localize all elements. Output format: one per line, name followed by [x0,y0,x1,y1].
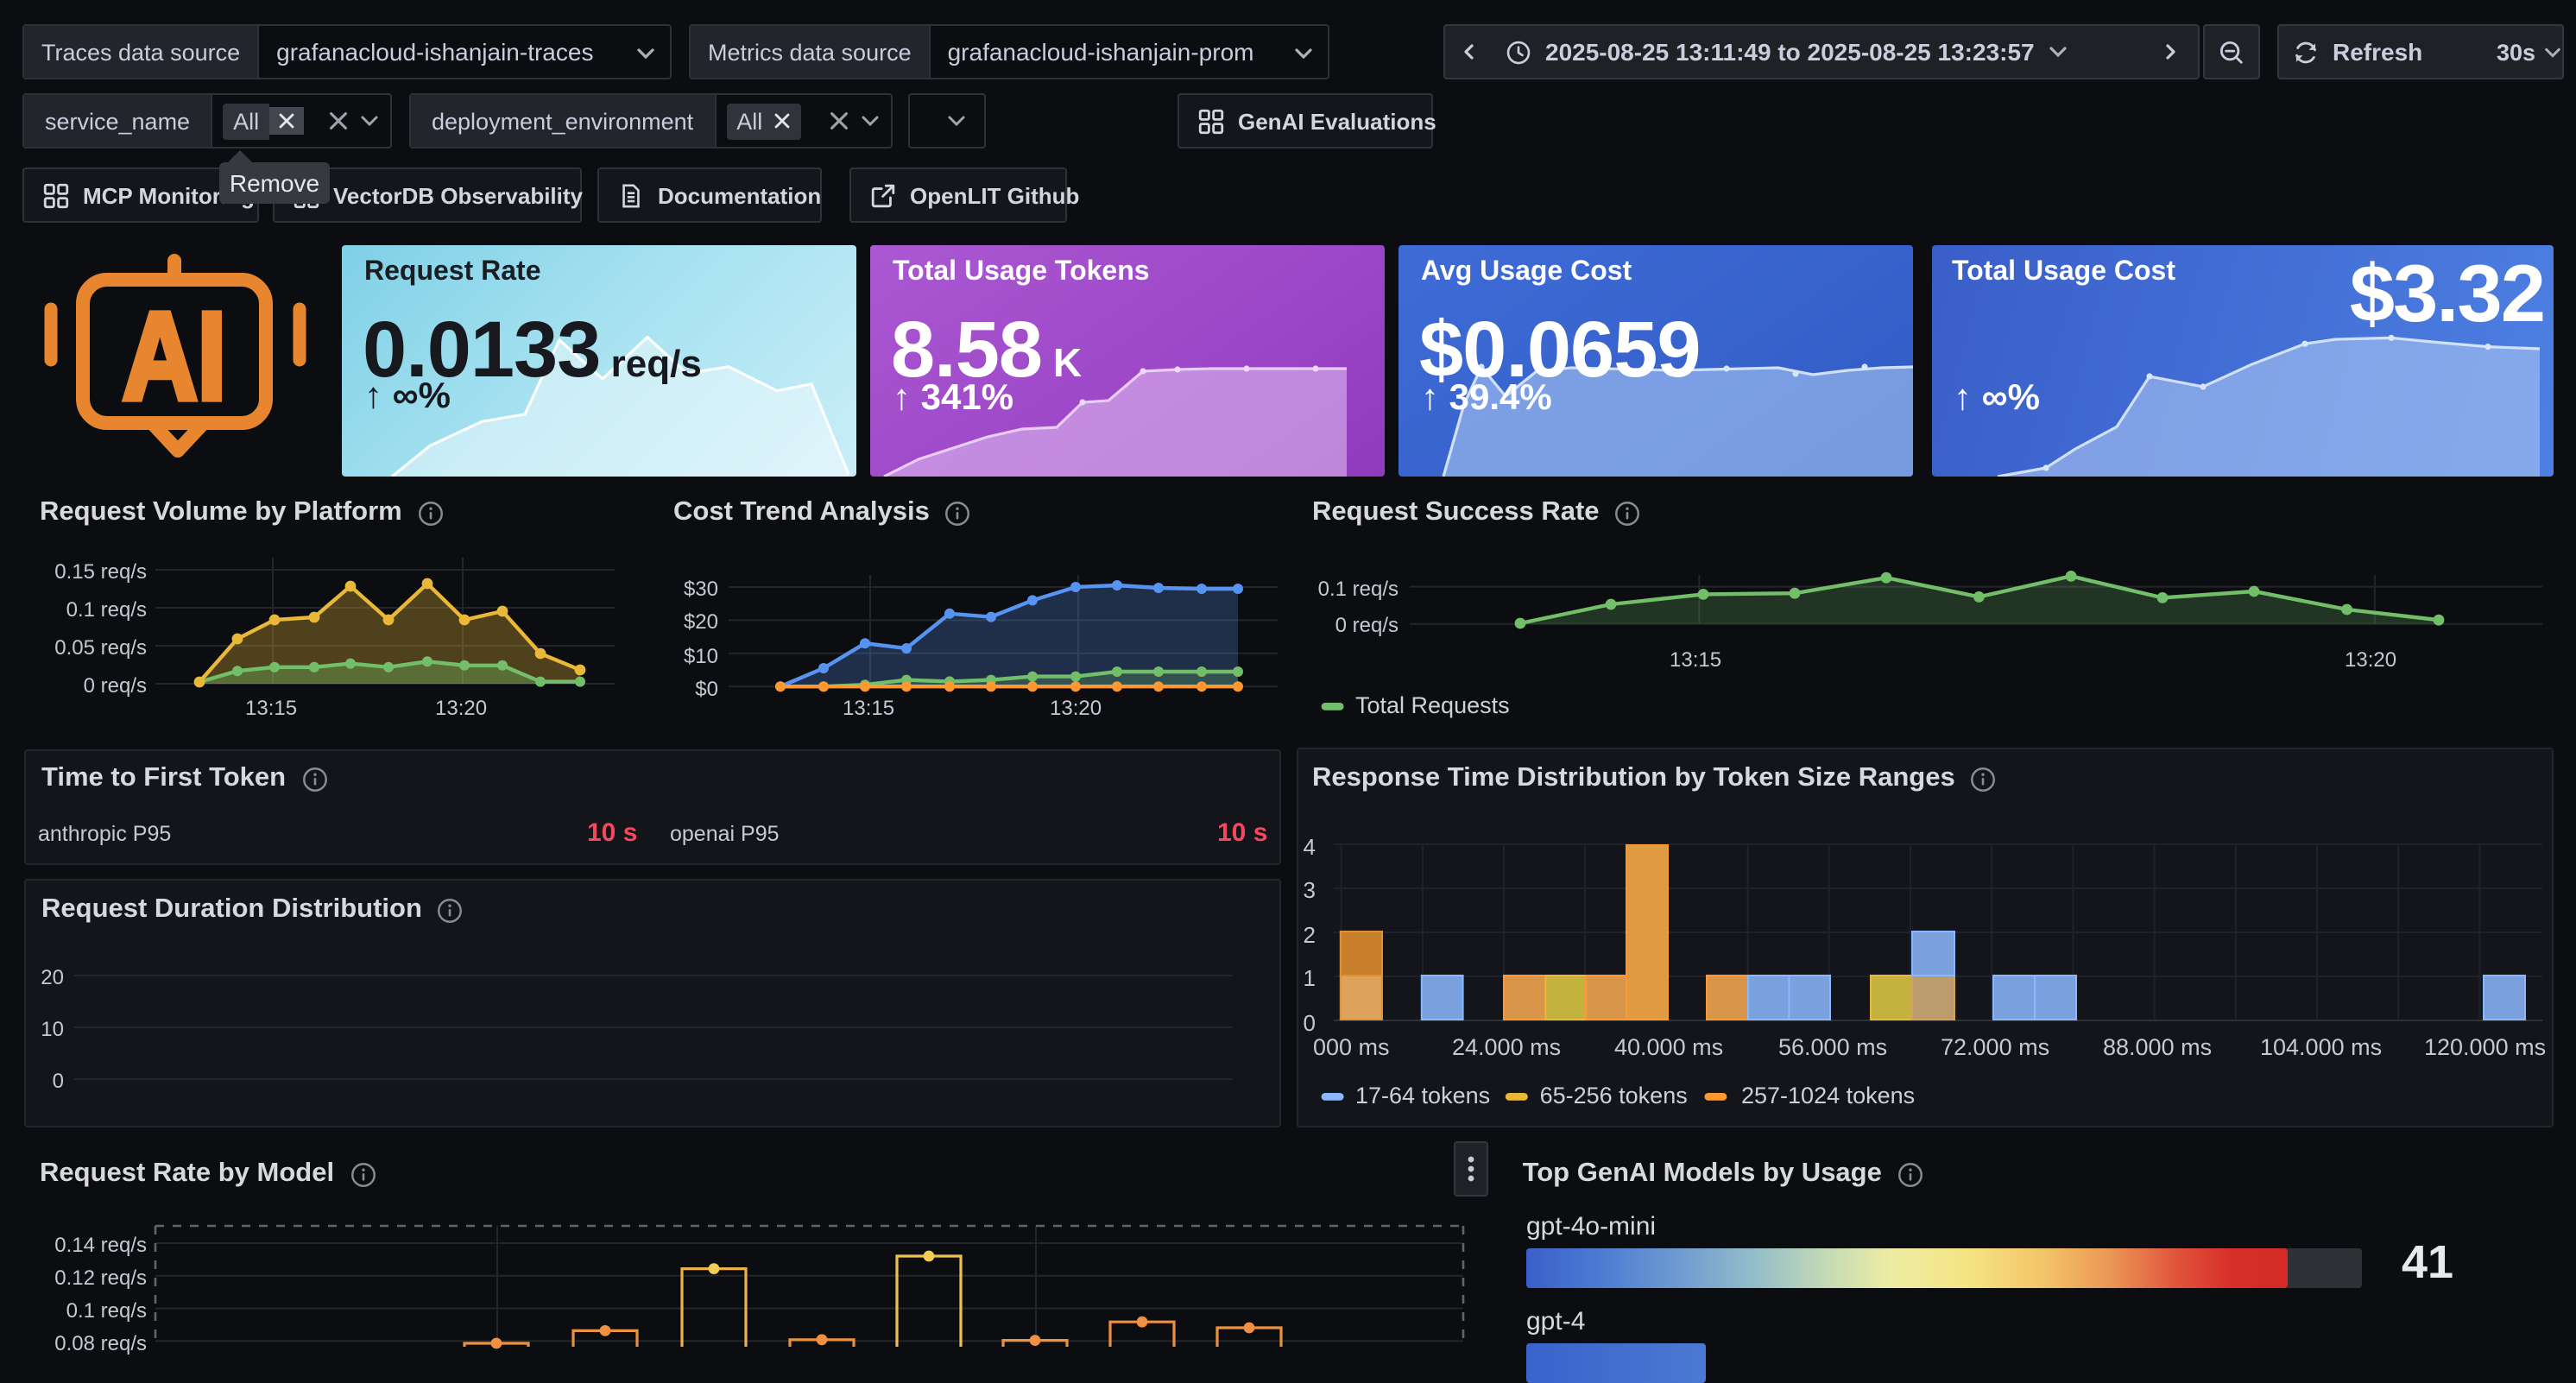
svg-text:AI: AI [123,286,226,425]
